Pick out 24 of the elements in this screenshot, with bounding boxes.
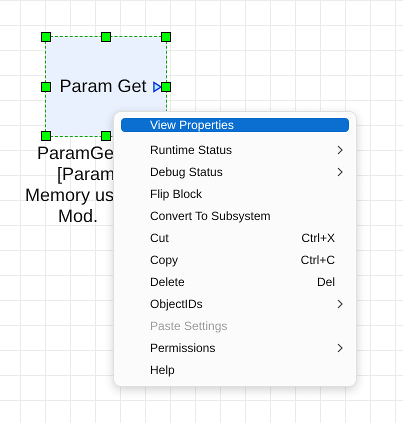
resize-handle[interactable] [41,131,51,141]
resize-handle[interactable] [161,82,171,92]
resize-handle[interactable] [41,82,51,92]
output-port-icon[interactable] [153,81,162,93]
block-label: ParamGe [37,143,114,164]
resize-handle[interactable] [41,32,51,42]
menu-item[interactable]: View Properties [121,118,349,132]
block-label: Mod. [58,206,98,227]
menu-item[interactable]: Copy Ctrl+C [121,249,349,271]
menu-item[interactable]: Convert To Subsystem [121,205,349,227]
menu-item[interactable]: Help [121,359,349,381]
menu-item[interactable]: Debug Status [121,161,349,183]
resize-handle[interactable] [101,131,111,141]
block-label: Memory us [25,185,114,206]
menu-item[interactable]: Flip Block [121,183,349,205]
resize-handle[interactable] [161,32,171,42]
menu-item[interactable]: ObjectIDs [121,293,349,315]
menu-item[interactable]: Runtime Status [121,139,349,161]
menu-item[interactable]: Cut Ctrl+X [121,227,349,249]
menu-item[interactable]: Delete Del [121,271,349,293]
resize-handle[interactable] [101,32,111,42]
menu-item[interactable]: Permissions [121,337,349,359]
block-label: [Param [57,164,116,185]
block-title: Param Get [59,76,147,97]
